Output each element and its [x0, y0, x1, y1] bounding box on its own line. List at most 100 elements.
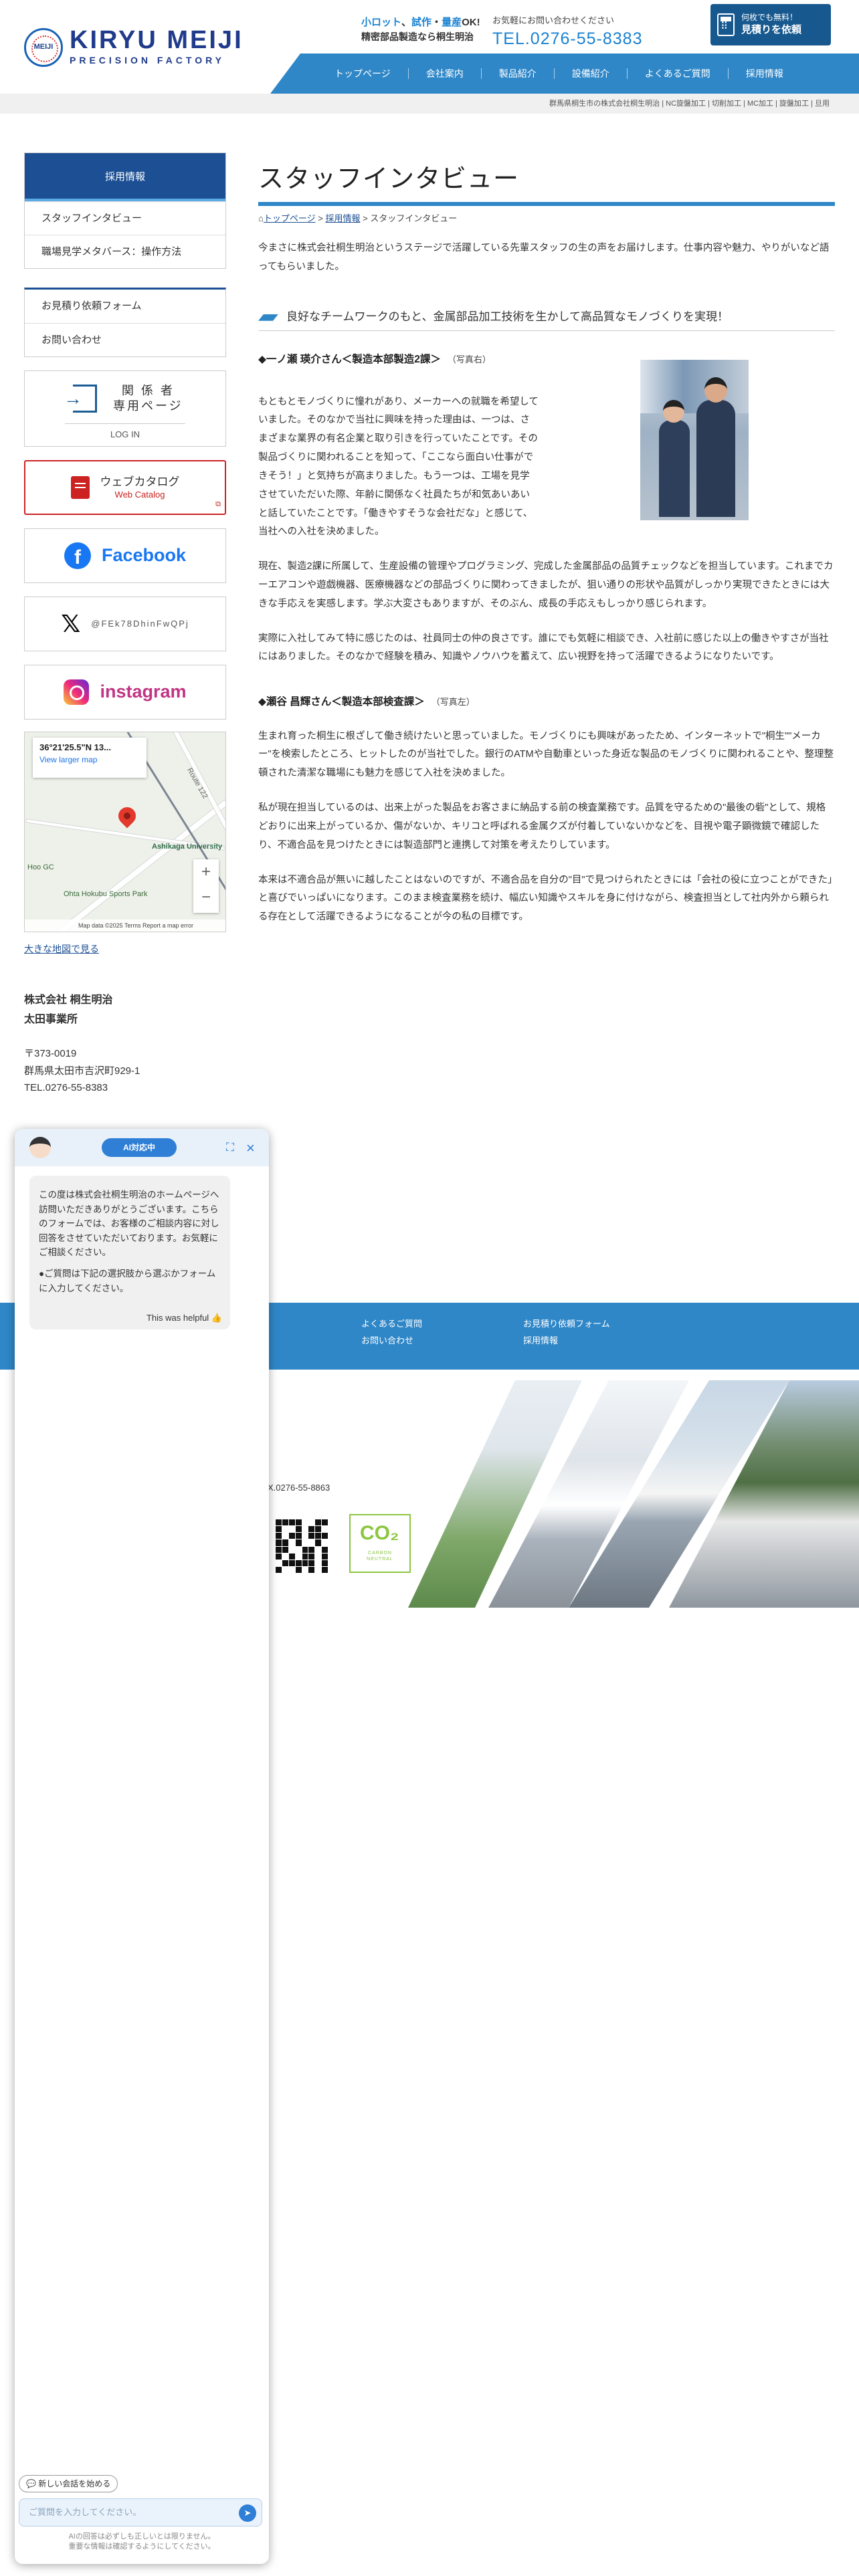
qr-module	[282, 1546, 288, 1553]
x-banner[interactable]: 𝕏 @FEk78DhinFwQPj	[24, 597, 226, 651]
zoom-out-button[interactable]: −	[193, 885, 219, 910]
footer-link-inquiry[interactable]: お問い合わせ	[361, 1333, 523, 1350]
person-name: ◆一ノ瀬 瑛介さん＜製造本部製造2課＞	[258, 354, 441, 366]
chat-disclaimer-line1: AIの回答は必ずしも正しいとは限りません。	[68, 2533, 215, 2541]
chat-input[interactable]: ご質問を入力してください。 ➤	[19, 2498, 262, 2527]
home-icon: ⌂	[258, 213, 264, 223]
sidebar-item-inquiry[interactable]: お問い合わせ	[25, 323, 225, 356]
qr-module	[302, 1539, 308, 1546]
facebook-banner[interactable]: f Facebook	[24, 528, 226, 583]
qr-module	[295, 1533, 302, 1539]
google-map[interactable]: Ashikaga University Ohta Hokubu Sports P…	[24, 732, 226, 932]
photo-person-left	[659, 420, 690, 517]
map-place-label: Ashikaga University	[152, 843, 223, 851]
qr-module	[315, 1533, 322, 1539]
qr-module	[295, 1526, 302, 1533]
qr-module	[322, 1519, 328, 1526]
view-larger-map-link[interactable]: View larger map	[39, 755, 97, 764]
sidebar-item-metaverse[interactable]: 職場見学メタバース：操作方法	[25, 235, 225, 268]
qr-module	[322, 1566, 328, 1573]
login-sub: LOG IN	[110, 429, 140, 439]
catalog-title: ウェブカタログ	[100, 475, 180, 488]
breadcrumb-recruit[interactable]: 採用情報	[325, 213, 360, 223]
breadcrumb-top[interactable]: トップページ	[264, 213, 316, 223]
expand-icon[interactable]: ⛶	[226, 1138, 234, 1158]
footer-link-faq[interactable]: よくあるご質問	[361, 1316, 523, 1333]
nav-item-company[interactable]: 会社案内	[409, 68, 482, 80]
qr-module	[315, 1539, 322, 1546]
qr-module	[322, 1553, 328, 1560]
map-place-label: Ohta Hokubu Sports Park	[64, 890, 148, 898]
nav-item-products[interactable]: 製品紹介	[482, 68, 555, 80]
map-pin-icon[interactable]	[114, 803, 140, 829]
web-catalog-banner[interactable]: ウェブカタログ Web Catalog ⧉	[24, 460, 226, 515]
lead-text: 良好なチームワークのもと、金属部品加工技術を生かして高品質なモノづくりを実現！	[286, 310, 729, 324]
sidebar-item-estimate[interactable]: お見積り依頼フォーム	[25, 290, 225, 323]
site-logo[interactable]: MEIJI KIRYU MEIJI PRECISION FACTORY	[24, 24, 244, 71]
footer-tel: X.0276-55-8863	[268, 1483, 330, 1493]
nav-item-top[interactable]: トップページ	[317, 68, 409, 80]
qr-module	[302, 1533, 308, 1539]
qr-module	[302, 1560, 308, 1566]
catalog-sub: Web Catalog	[114, 489, 165, 500]
map-place-label: Hoo GC	[27, 863, 54, 871]
zoom-in-button[interactable]: +	[193, 859, 219, 885]
catalog-icon	[70, 476, 90, 499]
send-icon[interactable]: ➤	[239, 2504, 256, 2522]
map-coords: 36°21'25.5"N 13...	[39, 742, 111, 752]
chat-message: この度は株式会社桐生明治のホームページへ訪問いただきありがとうございます。こちら…	[29, 1176, 230, 1329]
qr-module	[308, 1526, 315, 1533]
chat-header: AI対応中 ⛶ ×	[15, 1129, 269, 1166]
nav-item-faq[interactable]: よくあるご質問	[628, 68, 729, 80]
tagline-part: OK!	[462, 17, 480, 28]
office-name: 太田事業所	[24, 1013, 78, 1025]
staff-photo	[640, 360, 749, 520]
footer-link-estimate[interactable]: お見積り依頼フォーム	[523, 1316, 685, 1333]
close-icon[interactable]: ×	[246, 1136, 255, 1160]
estimate-button[interactable]: 何枚でも無料！見積りを依頼	[710, 4, 831, 45]
interview-paragraph: 生まれ育った桐生に根ざして働き続けたいと思っていました。モノづくりにも興味があっ…	[258, 730, 834, 779]
logo-text: KIRYU MEIJI PRECISION FACTORY	[70, 27, 244, 68]
interview-paragraph: もともとモノづくりに憧れがあり、メーカーへの就職を希望していました。そのなかで当…	[258, 396, 539, 538]
qr-module	[295, 1539, 302, 1546]
interview-paragraph: 現在、製造2課に所属して、生産設備の管理やプログラミング、完成した金属部品の品質…	[258, 561, 834, 609]
qr-module	[315, 1526, 322, 1533]
footer-link-recruit[interactable]: 採用情報	[523, 1333, 685, 1350]
helpful-button[interactable]: This was helpful 👍	[147, 1311, 222, 1325]
qr-module	[282, 1519, 288, 1526]
login-banner[interactable]: 関 係 者専用ページ LOG IN	[24, 370, 226, 447]
sidebar-item-interview[interactable]: スタッフインタビュー	[25, 201, 225, 235]
qr-module	[282, 1539, 288, 1546]
estimate-button-label: 見積りを依頼	[741, 24, 802, 36]
photo-person-right-head	[704, 377, 727, 403]
interview-paragraph: 本来は不適合品が無いに越したことはないのですが、不適合品を自分の"目"で見つけら…	[258, 874, 833, 923]
instagram-banner[interactable]: instagram	[24, 665, 226, 720]
qr-module	[322, 1533, 328, 1539]
catalog-text: ウェブカタログ Web Catalog	[100, 475, 180, 501]
subbar-text: 群馬県桐生市の株式会社桐生明治 | NC旋盤加工 | 切削加工 | MC加工 |…	[549, 100, 830, 108]
new-chat-button[interactable]: 💬 新しい会話を始める	[19, 2475, 118, 2492]
qr-module	[322, 1560, 328, 1566]
login-title-line2: 専用ページ	[113, 399, 183, 413]
nav-item-recruit[interactable]: 採用情報	[729, 68, 801, 80]
qr-module	[302, 1519, 308, 1526]
nav-item-equipment[interactable]: 設備紹介	[555, 68, 628, 80]
facebook-label: Facebook	[101, 545, 187, 566]
tagline-part: ・	[432, 17, 442, 28]
map-zoom-control: + −	[193, 859, 219, 913]
qr-module	[282, 1553, 288, 1560]
contact-tel[interactable]: TEL.0276-55-8383	[492, 28, 642, 50]
global-nav: トップページ 会社案内 製品紹介 設備紹介 よくあるご質問 採用情報	[270, 53, 859, 94]
larger-map-link[interactable]: 大きな地図で見る	[24, 942, 226, 958]
tagline-part: 、	[401, 17, 412, 28]
qr-module	[288, 1533, 295, 1539]
tagline-line2: 精密部品製造なら桐生明治	[361, 31, 474, 43]
qr-module	[288, 1553, 295, 1560]
qr-module	[276, 1553, 282, 1560]
logo-line1: KIRYU MEIJI	[70, 25, 244, 54]
qr-module	[322, 1539, 328, 1546]
qr-module	[308, 1546, 315, 1553]
address-block: 〒373-0019 群馬県太田市吉沢町929-1 TEL.0276-55-838…	[24, 1045, 226, 1097]
qr-module	[315, 1560, 322, 1566]
contact-label: お気軽にお問い合わせください	[492, 15, 615, 25]
